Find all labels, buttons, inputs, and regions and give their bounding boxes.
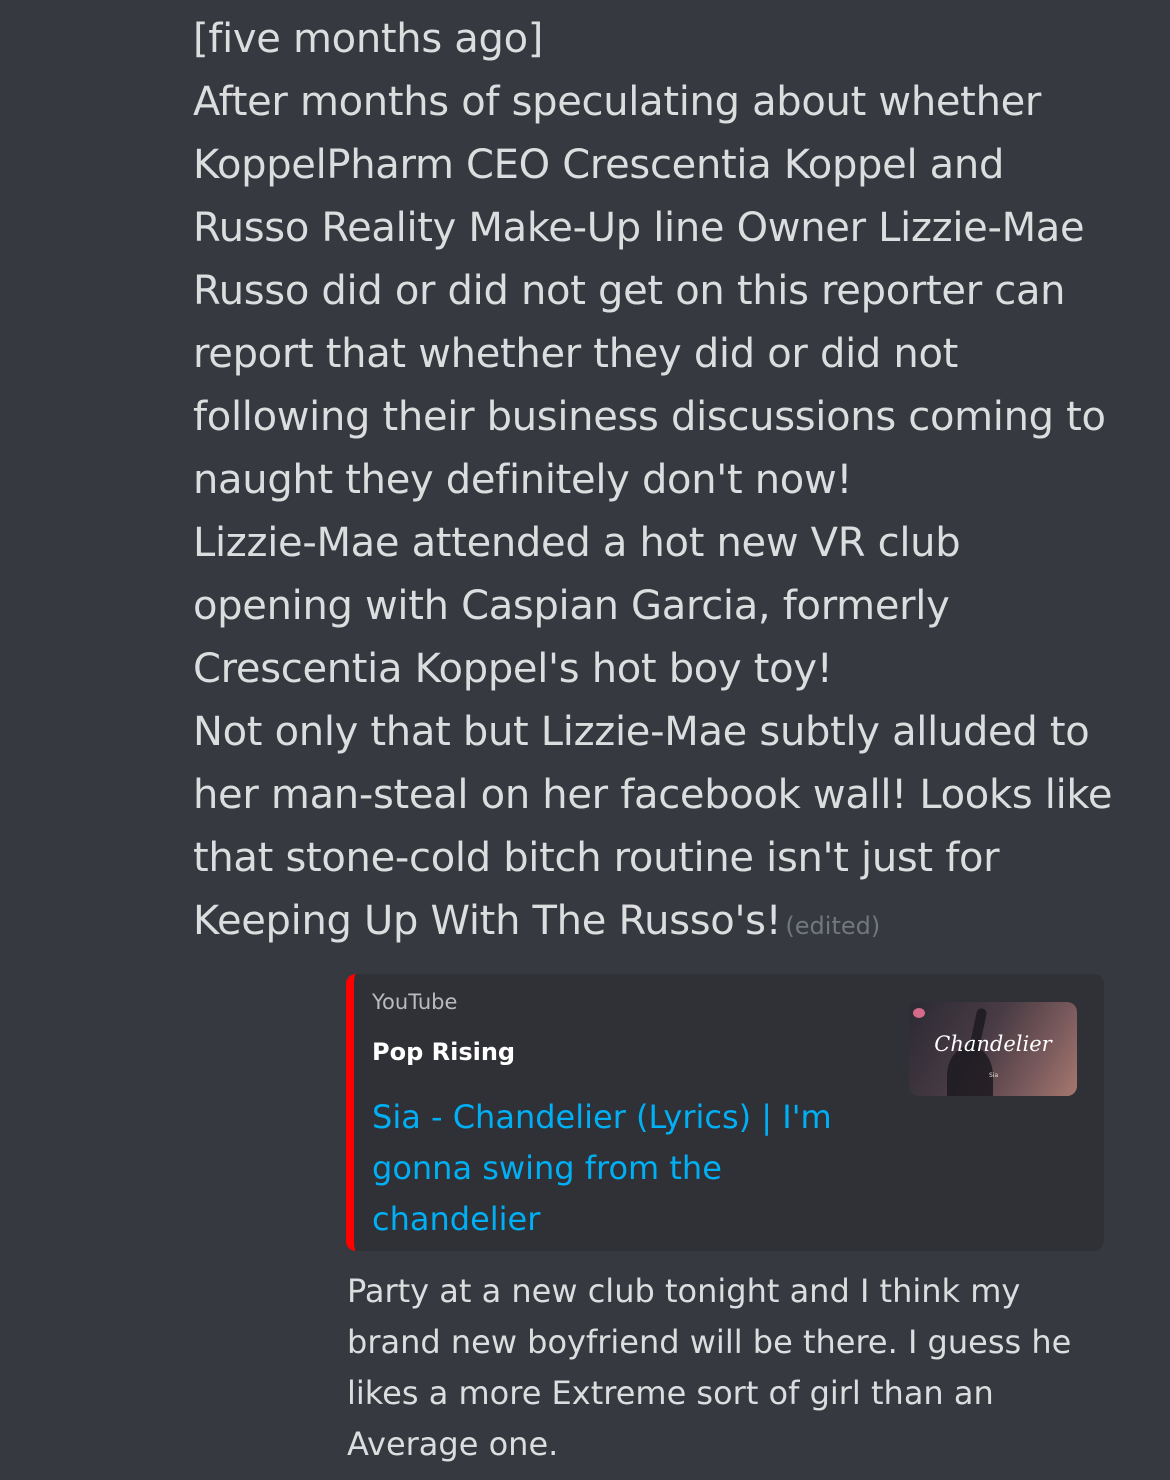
post-line: Average one. [347, 1425, 559, 1463]
message-line: that stone-cold bitch routine isn't just… [193, 835, 1000, 881]
message-line: naught they definitely don't now! [193, 457, 853, 503]
message-line: Crescentia Koppel's hot boy toy! [193, 646, 833, 692]
youtube-embed: YouTube Pop Rising Sia - Chandelier (Lyr… [346, 974, 1104, 1251]
message-line: Russo Reality Make-Up line Owner Lizzie-… [193, 205, 1085, 251]
embed-title-line[interactable]: Sia - Chandelier (Lyrics) | I'm [372, 1092, 872, 1143]
message-line: Russo did or did not get on this reporte… [193, 268, 1066, 314]
message-line: report that whether they did or did not [193, 331, 958, 377]
embed-title-link[interactable]: Sia - Chandelier (Lyrics) | I'm gonna sw… [372, 1092, 872, 1245]
embed-title-line[interactable]: chandelier [372, 1194, 872, 1245]
thumbnail-title: Chandelier [934, 1032, 1052, 1056]
embed-title-line[interactable]: gonna swing from the [372, 1143, 872, 1194]
message-line: Lizzie-Mae attended a hot new VR club [193, 520, 961, 566]
message-line: KoppelPharm CEO Crescentia Koppel and [193, 142, 1005, 188]
message-line: her man-steal on her facebook wall! Look… [193, 772, 1113, 818]
embed-provider[interactable]: YouTube [372, 990, 457, 1014]
message-line-last: Keeping Up With The Russo's! (edited) [193, 890, 1133, 958]
embed-author[interactable]: Pop Rising [372, 1038, 515, 1066]
post-line: likes a more Extreme sort of girl than a… [347, 1374, 994, 1412]
message-content: [five months ago] After months of specul… [193, 8, 1133, 958]
edited-indicator: (edited) [785, 912, 881, 940]
message-line: [five months ago] [193, 16, 544, 62]
message-line: Not only that but Lizzie-Mae subtly allu… [193, 709, 1090, 755]
thumbnail-subtitle: Sia [989, 1072, 999, 1079]
post-line: brand new boyfriend will be there. I gue… [347, 1323, 1072, 1361]
message-line-text: Keeping Up With The Russo's! [193, 898, 782, 944]
facebook-post-text: Party at a new club tonight and I think … [347, 1266, 1127, 1470]
post-line: Party at a new club tonight and I think … [347, 1272, 1021, 1310]
channel-badge-icon [913, 1008, 925, 1018]
message-line: opening with Caspian Garcia, formerly [193, 583, 950, 629]
video-thumbnail[interactable]: Chandelier Sia [909, 1002, 1077, 1096]
message-line: following their business discussions com… [193, 394, 1106, 440]
message-line: After months of speculating about whethe… [193, 79, 1042, 125]
